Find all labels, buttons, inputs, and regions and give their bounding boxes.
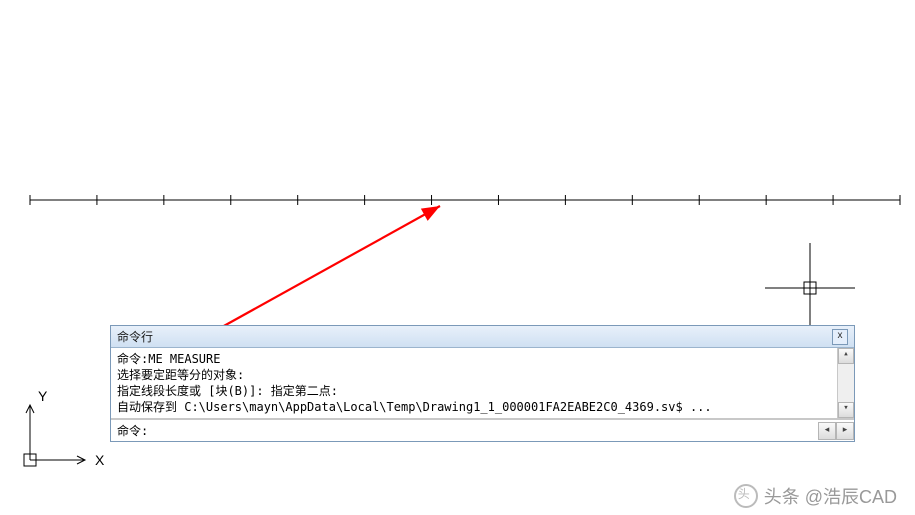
- command-prompt-label: 命令:: [111, 420, 152, 441]
- scroll-up-icon[interactable]: ▴: [838, 348, 854, 364]
- command-history-line: 指定线段长度或 [块(B)]: 指定第二点:: [117, 383, 848, 399]
- watermark: 头条 @浩辰CAD: [734, 483, 897, 509]
- scroll-right-icon[interactable]: ▸: [836, 422, 854, 440]
- watermark-logo-icon: [734, 484, 758, 508]
- command-line-panel: 命令行 x 命令:ME MEASURE 选择要定距等分的对象: 指定线段长度或 …: [110, 325, 855, 442]
- svg-text:Y: Y: [38, 388, 48, 404]
- command-history-line: 选择要定距等分的对象:: [117, 367, 848, 383]
- vertical-scrollbar[interactable]: ▴ ▾: [837, 348, 854, 418]
- command-input[interactable]: [152, 422, 818, 440]
- measured-line: [30, 195, 900, 205]
- svg-text:X: X: [95, 452, 105, 468]
- watermark-text: 头条 @浩辰CAD: [764, 483, 897, 509]
- command-line-title: 命令行: [117, 328, 153, 345]
- command-line-titlebar[interactable]: 命令行 x: [111, 326, 854, 348]
- scroll-left-icon[interactable]: ◂: [818, 422, 836, 440]
- ucs-icon: XY: [24, 388, 105, 468]
- command-history-line: 命令:ME MEASURE: [117, 351, 848, 367]
- command-history[interactable]: 命令:ME MEASURE 选择要定距等分的对象: 指定线段长度或 [块(B)]…: [111, 348, 854, 419]
- scroll-down-icon[interactable]: ▾: [838, 402, 854, 418]
- crosshair-cursor: [765, 243, 855, 333]
- command-history-line: 自动保存到 C:\Users\mayn\AppData\Local\Temp\D…: [117, 399, 848, 415]
- annotation-arrow: [195, 206, 440, 342]
- close-icon[interactable]: x: [832, 329, 848, 345]
- command-input-row: 命令: ◂ ▸: [111, 419, 854, 441]
- horizontal-scrollbar[interactable]: ◂ ▸: [818, 422, 854, 440]
